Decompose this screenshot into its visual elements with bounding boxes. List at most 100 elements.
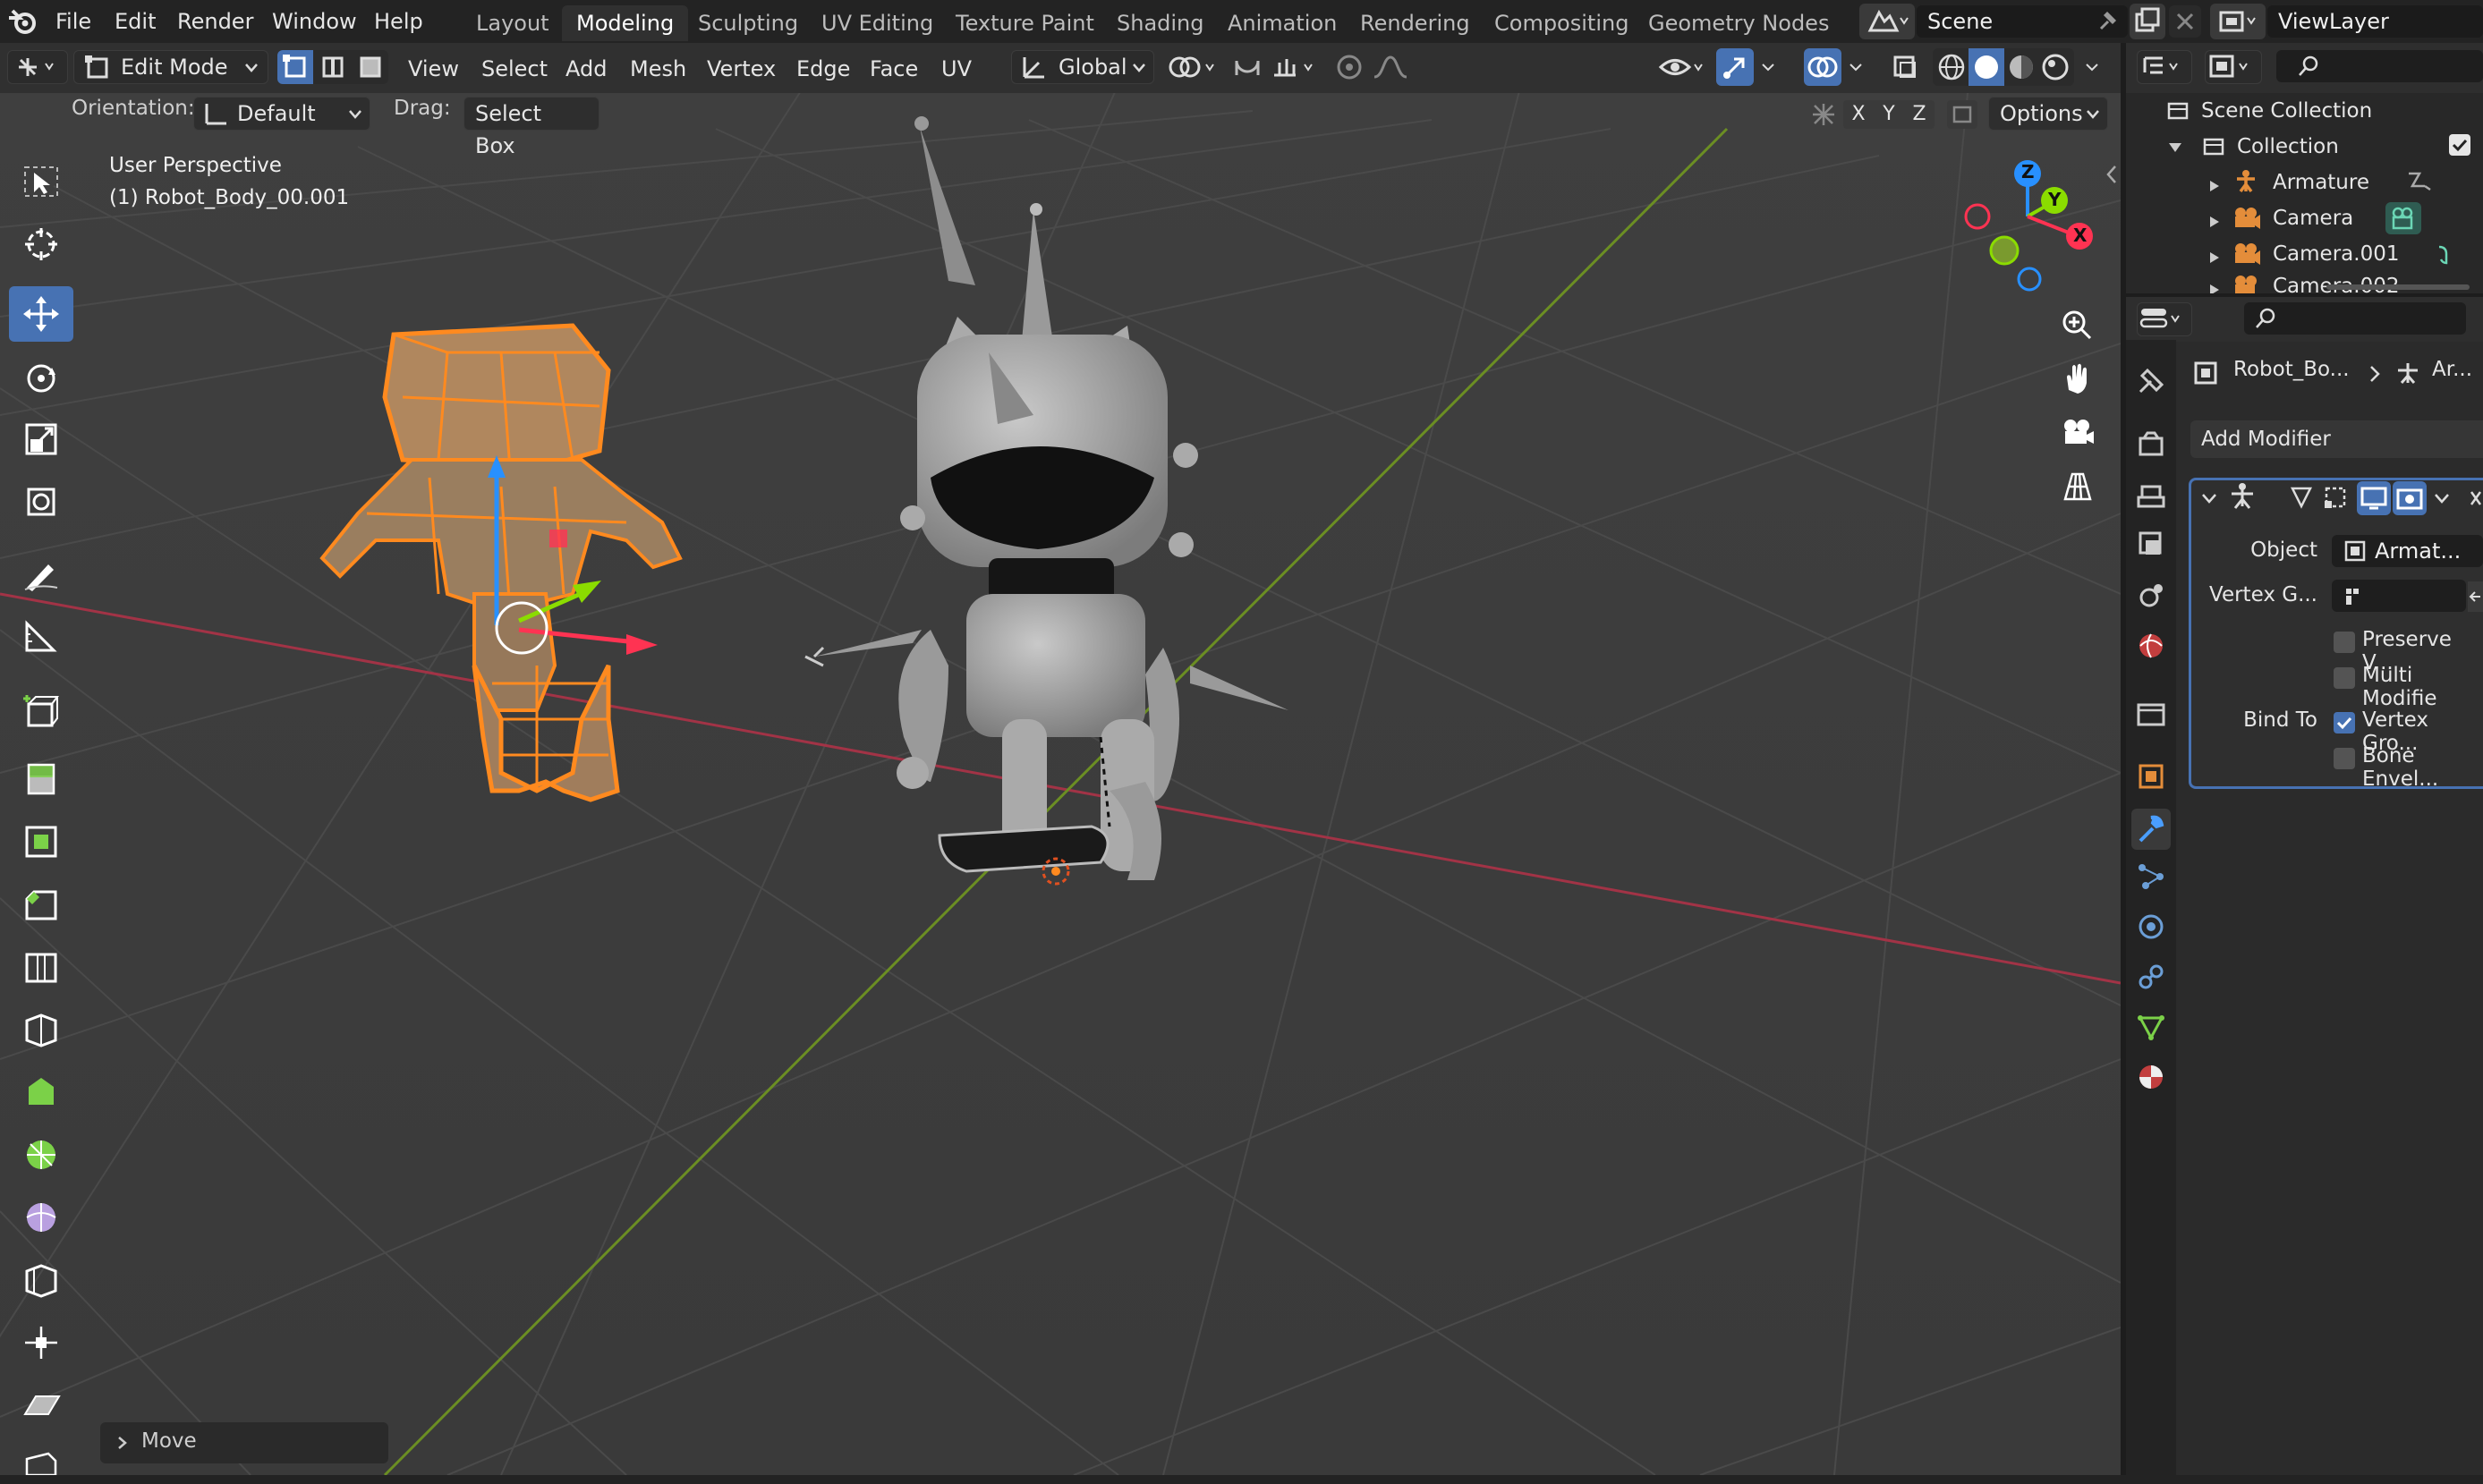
- delete-scene-icon[interactable]: [2169, 5, 2201, 38]
- object-data-properties-tab[interactable]: [2135, 1011, 2167, 1043]
- outliner-search-input[interactable]: [2276, 50, 2483, 82]
- overlays-dropdown-icon[interactable]: [1843, 50, 1870, 84]
- invert-vertex-group-icon[interactable]: [2468, 581, 2483, 612]
- shading-dropdown-icon[interactable]: [2076, 50, 2112, 84]
- outliner-item-camera-002-row[interactable]: Camera.002: [2126, 272, 2483, 293]
- material-preview-icon[interactable]: [2004, 50, 2038, 84]
- xray-toggle-icon[interactable]: [1888, 50, 1924, 84]
- transform-orientation-dropdown[interactable]: Global: [1011, 50, 1154, 84]
- bevel-tool[interactable]: [9, 877, 73, 932]
- perspective-toggle-icon[interactable]: [2056, 465, 2099, 508]
- mirror-y-toggle[interactable]: Y: [1874, 100, 1904, 129]
- expand-arrow-icon[interactable]: [2207, 175, 2221, 191]
- camera-data-icon[interactable]: [2430, 242, 2457, 268]
- collection-exclude-checkbox[interactable]: [2449, 134, 2470, 156]
- scene-properties-tab[interactable]: [2135, 580, 2167, 612]
- tab-sculpting[interactable]: Sculpting: [684, 5, 812, 41]
- menu-uv[interactable]: UV: [941, 54, 972, 84]
- render-properties-tab[interactable]: [2135, 429, 2167, 462]
- drag-dropdown[interactable]: Select Box: [463, 97, 599, 158]
- menu-mesh[interactable]: Mesh: [630, 54, 686, 84]
- material-properties-tab[interactable]: [2135, 1061, 2167, 1093]
- armature-data-icon[interactable]: [2403, 166, 2436, 197]
- transform-tool[interactable]: [9, 474, 73, 530]
- scale-tool[interactable]: [9, 411, 73, 467]
- orientation-dropdown[interactable]: Default: [193, 97, 370, 131]
- menu-help[interactable]: Help: [374, 5, 423, 38]
- add-modifier-button[interactable]: Add Modifier: [2190, 420, 2483, 458]
- outliner-item-armature[interactable]: Armature: [2273, 165, 2369, 200]
- camera-view-icon[interactable]: [2056, 411, 2099, 454]
- edge-select-icon[interactable]: [315, 50, 351, 84]
- mirror-x-toggle[interactable]: X: [1843, 100, 1874, 129]
- expand-arrow-icon[interactable]: [2207, 247, 2221, 263]
- properties-search-input[interactable]: [2244, 302, 2466, 335]
- collection-properties-tab[interactable]: [2135, 698, 2167, 730]
- bind-bone-envelopes-checkbox[interactable]: [2334, 748, 2355, 769]
- gizmo-dropdown-icon[interactable]: [1756, 50, 1782, 84]
- menu-file[interactable]: File: [55, 5, 91, 38]
- modifier-properties-tab[interactable]: [2131, 809, 2171, 850]
- snap-target-icon[interactable]: [1269, 50, 1322, 84]
- loop-cut-tool[interactable]: [9, 939, 73, 995]
- output-properties-tab[interactable]: [2135, 479, 2167, 512]
- annotate-tool[interactable]: [9, 547, 73, 603]
- scene-selector-button[interactable]: [1859, 4, 1915, 39]
- sidebar-toggle-icon[interactable]: [2103, 161, 2121, 188]
- menu-render[interactable]: Render: [177, 5, 253, 38]
- view-layer-selector-button[interactable]: [2210, 4, 2266, 39]
- select-box-tool[interactable]: [9, 154, 73, 209]
- rendered-shading-icon[interactable]: [2038, 50, 2072, 84]
- display-mode-button[interactable]: [2205, 50, 2262, 84]
- collection-label[interactable]: Collection: [2237, 129, 2339, 165]
- topology-mirror-icon[interactable]: [1947, 100, 1977, 129]
- tab-shading[interactable]: Shading: [1102, 5, 1219, 41]
- add-cube-tool[interactable]: [9, 683, 73, 739]
- view-layer-name-field[interactable]: ViewLayer: [2267, 5, 2483, 38]
- outliner-editor-type-button[interactable]: [2137, 50, 2192, 84]
- extrude-tool[interactable]: [9, 751, 73, 807]
- breadcrumb-modifier[interactable]: Ar...: [2432, 358, 2472, 381]
- tab-texture-paint[interactable]: Texture Paint: [941, 5, 1109, 41]
- render-toggle-icon[interactable]: [2393, 481, 2427, 515]
- pivot-point-icon[interactable]: [1165, 50, 1222, 84]
- shrink-fatten-tool[interactable]: [9, 1315, 73, 1370]
- collapse-arrow-icon[interactable]: [2167, 138, 2183, 154]
- solid-shading-icon[interactable]: [1969, 48, 2004, 86]
- mirror-z-toggle[interactable]: Z: [1904, 100, 1935, 129]
- show-overlays-icon[interactable]: [1804, 48, 1841, 86]
- outliner-item-camera-001[interactable]: Camera.001: [2273, 236, 2399, 272]
- outliner-item-camera[interactable]: Camera: [2273, 200, 2353, 236]
- tab-animation[interactable]: Animation: [1213, 5, 1351, 41]
- realtime-toggle-icon[interactable]: [2357, 481, 2391, 515]
- cage-toggle-icon[interactable]: [2321, 483, 2350, 513]
- scene-collection-label[interactable]: Scene Collection: [2201, 93, 2372, 129]
- smooth-tool[interactable]: [9, 1190, 73, 1245]
- menu-view[interactable]: View: [408, 54, 459, 84]
- wireframe-shading-icon[interactable]: [1935, 50, 1969, 84]
- menu-face[interactable]: Face: [870, 54, 918, 84]
- object-field[interactable]: Armat...: [2332, 535, 2483, 567]
- outliner-scrollbar[interactable]: [2326, 284, 2470, 290]
- visibility-icon[interactable]: [1657, 50, 1707, 84]
- new-scene-icon[interactable]: [2130, 4, 2165, 39]
- vertex-select-icon[interactable]: [277, 50, 313, 84]
- remove-modifier-icon[interactable]: [2468, 487, 2483, 510]
- proportional-edit-icon[interactable]: [1331, 50, 1367, 84]
- view-layer-properties-tab[interactable]: [2135, 530, 2167, 562]
- menu-edit[interactable]: Edit: [115, 5, 156, 38]
- tab-rendering[interactable]: Rendering: [1346, 5, 1484, 41]
- preserve-volume-checkbox[interactable]: [2334, 632, 2355, 653]
- edge-slide-tool[interactable]: [9, 1252, 73, 1308]
- zoom-icon[interactable]: [2056, 304, 2099, 347]
- modifier-menu-chevron-icon[interactable]: [2432, 488, 2452, 508]
- cursor-tool[interactable]: [9, 216, 73, 272]
- shear-tool[interactable]: [9, 1378, 73, 1433]
- expand-arrow-icon[interactable]: [2207, 211, 2221, 227]
- rotate-tool[interactable]: [9, 351, 73, 406]
- breadcrumb-object[interactable]: Robot_Bo...: [2233, 358, 2350, 381]
- knife-tool[interactable]: [9, 1002, 73, 1057]
- edit-mode-toggle-icon[interactable]: [2287, 483, 2316, 513]
- properties-editor-type-button[interactable]: [2137, 302, 2192, 336]
- menu-vertex[interactable]: Vertex: [707, 54, 776, 84]
